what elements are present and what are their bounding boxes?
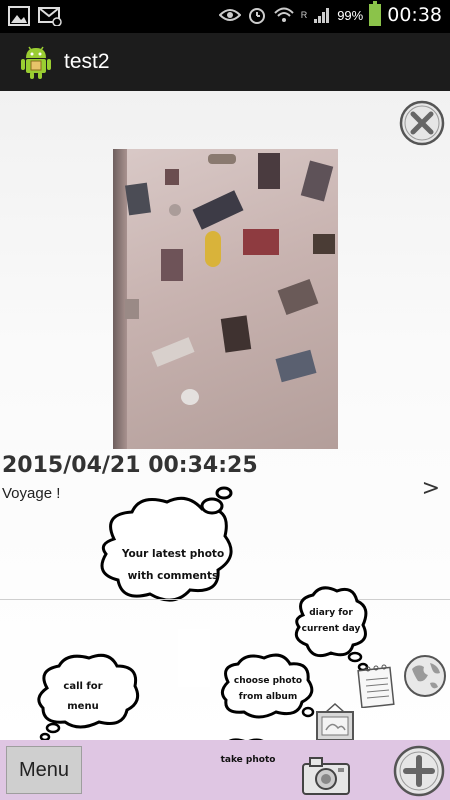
photo-magnet [220,315,252,353]
photo-magnet [205,231,221,267]
photo-magnet [313,234,335,254]
photo-magnet [169,204,181,216]
photo-magnet [258,153,280,189]
android-app-icon [21,46,51,79]
notification-icons [8,6,62,26]
tip-latest-photo-line2: with comments [127,570,219,582]
divider [0,599,450,600]
tip-call-menu-line2: menu [67,701,99,712]
bottom-bar: Menu [0,740,450,800]
photo-magnet [125,182,151,216]
photo-magnet [181,389,199,405]
next-entry-arrow[interactable]: > [422,476,440,501]
wifi-icon [273,7,294,22]
tip-diary-line1: diary for [309,608,353,618]
camera-icon[interactable] [300,754,352,796]
menu-button[interactable]: Menu [6,746,82,794]
gallery-notification-icon [8,6,30,26]
tip-choose-photo-text: choose photo from album [226,673,310,705]
close-icon[interactable] [398,99,446,147]
email-notification-icon [38,7,62,26]
tip-call-menu-line1: call for [63,681,103,692]
diary-notepad-icon[interactable] [356,664,396,708]
tip-latest-photo-line1: Your latest photo [121,548,225,560]
tip-choose-photo-line2: from album [238,692,298,702]
photo-magnet [243,229,279,255]
photo-magnet [300,160,334,202]
entry-comment: Voyage ! [2,485,61,502]
blank-panel [178,629,210,687]
tip-latest-photo-text: Your latest photo with comments [108,543,238,587]
battery-icon [369,1,382,26]
photo-magnet [161,249,183,281]
tip-take-photo-text: take photo [220,755,276,765]
photo-magnet [208,154,236,164]
photo-magnet [277,278,319,316]
diary-content: 2015/04/21 00:34:25 Voyage ! > Your late… [0,91,450,742]
photo-magnet [165,169,179,185]
tip-call-menu-text: call for menu [48,677,118,717]
battery-percent: 99% [337,7,364,23]
photo-magnet [192,190,244,230]
add-icon[interactable] [392,744,446,798]
photo-magnet [125,299,139,319]
eye-icon [218,9,241,21]
album-frame-icon[interactable] [314,702,356,742]
signal-icon [314,8,330,23]
clock: 00:38 [387,4,442,26]
latest-photo[interactable] [113,149,338,449]
entry-date: 2015/04/21 00:34:25 [2,453,258,478]
photo-magnet [151,337,195,367]
photo-magnet [275,349,317,383]
status-bar: R 99% 00:38 [0,0,450,33]
alarm-icon [248,8,265,24]
tip-diary-text: diary for current day [296,605,366,637]
system-icons: R 99% 00:38 [218,1,442,26]
roaming-label: R [300,10,308,20]
app-title: test2 [64,50,110,73]
globe-icon[interactable] [402,653,448,699]
tip-diary-line2: current day [301,624,361,634]
tip-choose-photo-line1: choose photo [233,676,303,686]
action-bar: test2 [0,33,450,91]
